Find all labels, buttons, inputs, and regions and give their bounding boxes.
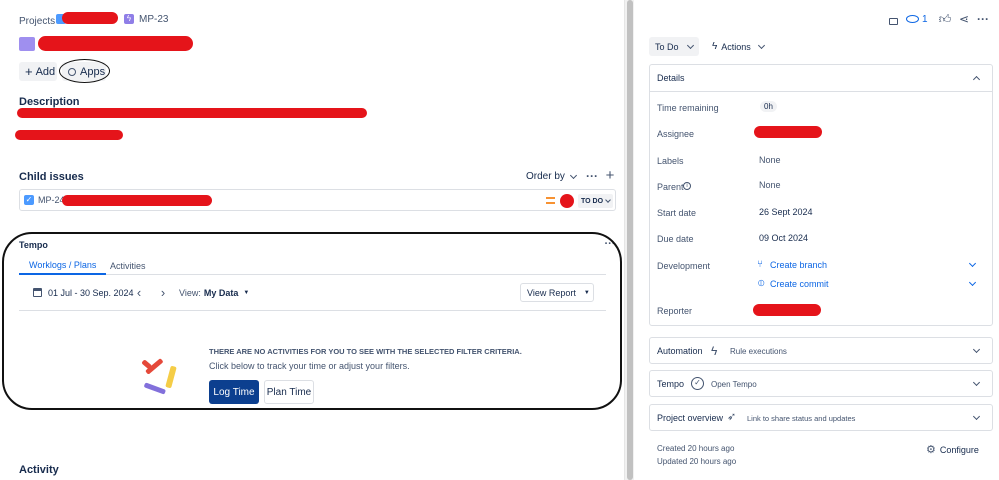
branch-icon: ⑂ <box>757 259 763 270</box>
start-date-value[interactable]: 26 Sept 2024 <box>759 207 813 217</box>
more-options-icon[interactable]: ··· <box>976 12 990 26</box>
child-status-label: TO DO <box>581 197 604 205</box>
add-button[interactable]: + Add <box>19 62 57 81</box>
tempo-side-sub: Open Tempo <box>711 380 757 389</box>
commit-icon: ⦶ <box>758 278 765 288</box>
automation-panel[interactable]: Automation ϟ Rule executions <box>649 337 993 364</box>
chevron-down-icon <box>686 41 694 49</box>
labels-label: Labels <box>657 156 684 166</box>
chevron-down-icon <box>569 171 577 179</box>
tempo-side-panel[interactable]: Tempo ✓ Open Tempo <box>649 370 993 397</box>
main-area: Projects / ϟ MP-23 + Add Apps Descriptio… <box>0 0 624 480</box>
add-child-icon[interactable]: + <box>604 167 616 184</box>
parent-value[interactable]: None <box>759 180 781 190</box>
reporter-redaction <box>753 304 821 316</box>
check-circle-icon: ✓ <box>691 377 704 390</box>
reporter-label: Reporter <box>657 306 693 316</box>
chevron-down-icon <box>972 378 981 387</box>
description-redaction-line-1 <box>17 108 367 118</box>
lock-icon[interactable] <box>887 12 899 26</box>
project-overview-title: Project overview <box>657 413 724 423</box>
status-dropdown[interactable]: To Do <box>649 37 699 56</box>
tempo-side-title: Tempo <box>657 379 685 389</box>
chevron-up-icon <box>972 75 981 84</box>
configure-label: Configure <box>939 444 979 455</box>
priority-medium-icon <box>546 197 555 204</box>
parent-label: Parent <box>657 182 684 192</box>
project-overview-panel[interactable]: Project overview ➶ Link to share status … <box>649 404 993 431</box>
epic-type-icon: ϟ <box>124 14 134 24</box>
development-label: Development <box>657 261 711 271</box>
issue-title-redaction <box>38 36 193 51</box>
description-heading: Description <box>19 96 80 108</box>
more-options-icon[interactable]: ··· <box>586 169 598 183</box>
child-title-redaction <box>62 195 212 206</box>
time-remaining-label: Time remaining <box>657 103 719 113</box>
actions-label: Actions <box>721 41 751 52</box>
details-panel: Details Time remaining 0h Assignee Label… <box>649 64 993 326</box>
share-icon[interactable]: ⋖ <box>957 12 971 26</box>
activity-heading: Activity <box>19 464 59 476</box>
watch-count: 1 <box>922 13 928 25</box>
actions-dropdown[interactable]: ϟ Actions <box>710 37 772 56</box>
assignee-label: Assignee <box>657 129 695 139</box>
chevron-down-icon <box>972 412 981 421</box>
lightning-icon: ϟ <box>712 41 718 52</box>
tempo-hand-drawn-outline <box>2 232 622 410</box>
project-overview-sub: Link to share status and updates <box>747 414 856 423</box>
time-remaining-value[interactable]: 0h <box>760 101 777 112</box>
rocket-icon: ➶ <box>727 411 737 423</box>
order-by-label: Order by <box>526 171 565 182</box>
child-issues-heading: Child issues <box>19 171 84 183</box>
chevron-down-icon <box>972 345 981 354</box>
parent-issue-redaction <box>62 12 118 24</box>
details-header[interactable]: Details <box>650 65 992 92</box>
details-heading: Details <box>657 73 685 83</box>
child-status-dropdown[interactable]: TO DO <box>578 194 614 208</box>
due-date-value[interactable]: 09 Oct 2024 <box>759 233 808 243</box>
thumbs-up-icon[interactable]: 👍︎ <box>938 12 952 26</box>
issue-type-icon <box>19 37 35 51</box>
assignee-redaction <box>754 126 822 138</box>
create-commit-link[interactable]: Create commit <box>770 279 829 289</box>
info-icon: i <box>683 182 691 190</box>
configure-button[interactable]: ⚙ Configure <box>926 443 979 456</box>
automation-sub: Rule executions <box>730 347 787 356</box>
created-timestamp: Created 20 hours ago <box>657 444 735 453</box>
main-scrollbar-track[interactable] <box>624 0 634 480</box>
child-issue-key[interactable]: MP-24 <box>38 195 65 205</box>
eye-icon <box>906 15 919 23</box>
right-sidebar: 1 👍︎ ⋖ ··· To Do ϟ Actions Details Time … <box>634 0 999 480</box>
main-scrollbar-thumb[interactable] <box>627 0 633 480</box>
create-branch-link[interactable]: Create branch <box>770 260 827 270</box>
breadcrumb-projects[interactable]: Projects <box>19 16 55 27</box>
chevron-down-icon[interactable] <box>968 278 977 287</box>
plus-icon: + <box>25 64 33 79</box>
status-label: To Do <box>655 41 679 52</box>
child-issue-row[interactable]: ✓ MP-24 TO DO <box>19 189 616 211</box>
breadcrumb-issue-key[interactable]: MP-23 <box>139 14 168 25</box>
gear-icon: ⚙ <box>926 444 936 456</box>
add-button-label: Add <box>35 65 56 78</box>
subtask-checkbox-icon: ✓ <box>24 195 34 205</box>
automation-title: Automation <box>657 346 703 356</box>
chevron-down-icon <box>757 41 765 49</box>
order-by-button[interactable]: Order by <box>526 171 577 182</box>
lightning-icon: ϟ <box>711 344 718 358</box>
chevron-down-icon <box>605 197 611 203</box>
due-date-label: Due date <box>657 234 694 244</box>
apps-hand-drawn-circle <box>59 59 110 83</box>
start-date-label: Start date <box>657 208 697 218</box>
labels-value[interactable]: None <box>759 155 781 165</box>
assignee-avatar-redaction <box>560 194 574 208</box>
watch-button[interactable]: 1 <box>906 12 928 26</box>
chevron-down-icon[interactable] <box>968 259 977 268</box>
description-redaction-line-2 <box>15 130 123 140</box>
updated-timestamp: Updated 20 hours ago <box>657 457 737 466</box>
